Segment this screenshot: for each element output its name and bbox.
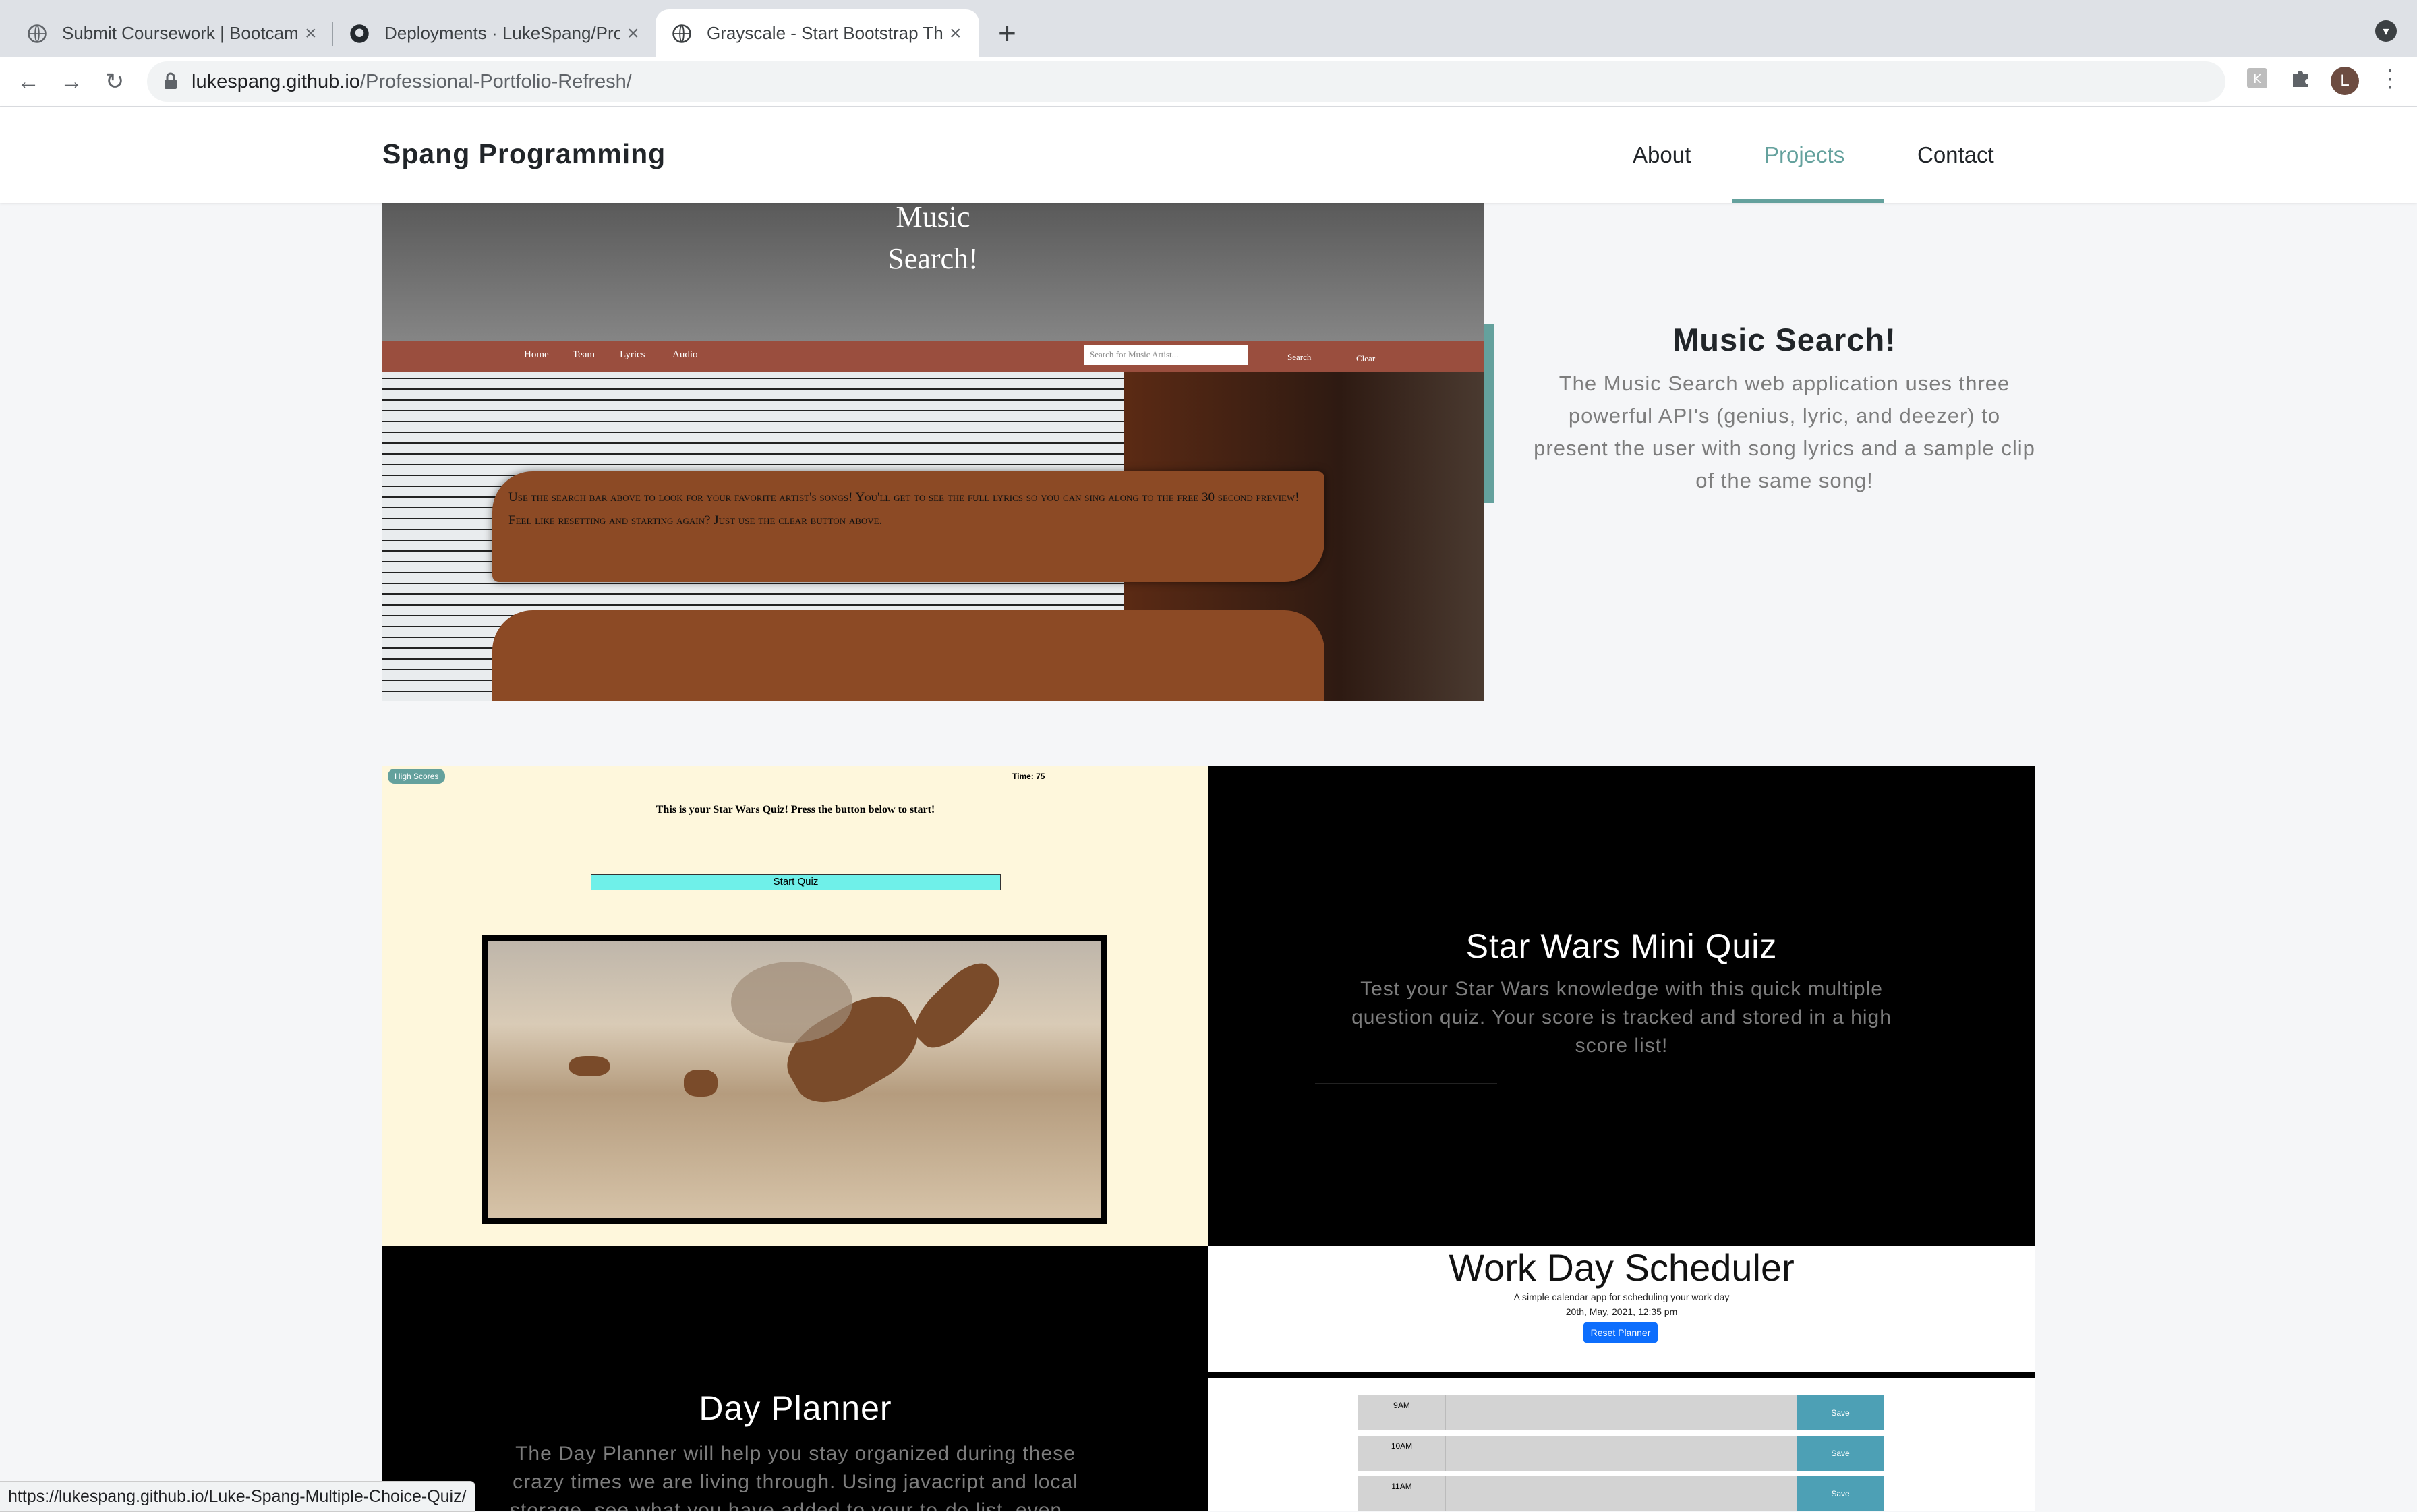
address-bar[interactable]: lukespang.github.io/Professional-Portfol… <box>147 61 2360 102</box>
svg-text:K: K <box>2253 72 2262 86</box>
divider <box>1208 1372 2035 1378</box>
save-button: Save <box>1797 1395 1884 1430</box>
lock-icon <box>165 72 177 89</box>
music-search-input: Search for Music Artist... <box>1084 345 1248 365</box>
star-wars-quiz-description: Test your Star Wars knowledge with this … <box>1351 978 1892 1057</box>
hour-label: 9AM <box>1358 1395 1446 1430</box>
active-nav-indicator <box>1732 199 1884 203</box>
start-quiz-button: Start Quiz <box>591 874 1001 890</box>
globe-icon <box>28 24 47 43</box>
music-search-banner-title: Music Search! <box>887 203 979 275</box>
forward-icon[interactable]: → <box>55 65 88 98</box>
star-wars-quiz-screenshot[interactable]: High Scores Time: 75 This is your Star W… <box>382 766 1208 1246</box>
divider <box>1315 1083 1497 1084</box>
music-instructions-box: Use the search bar above to look for you… <box>492 471 1324 582</box>
browser-tab-bar: Submit Coursework | Bootcamp × Deploymen… <box>0 0 2417 57</box>
url-text: lukespang.github.io/Professional-Portfol… <box>192 71 632 93</box>
nav-projects[interactable]: Projects <box>1764 142 1844 168</box>
save-button: Save <box>1797 1476 1884 1511</box>
tab-title: Submit Coursework | Bootcamp <box>62 23 298 43</box>
podrace-image <box>488 941 1101 1218</box>
music-clear-button: Clear <box>1356 353 1376 364</box>
star-wars-quiz-info: Star Wars Mini Quiz Test your Star Wars … <box>1208 766 2035 1246</box>
hour-description <box>1446 1476 1797 1511</box>
star-wars-quiz-title: Star Wars Mini Quiz <box>1465 927 1778 965</box>
link-status-bar: https://lukespang.github.io/Luke-Spang-M… <box>0 1481 475 1512</box>
close-tab-icon[interactable]: × <box>627 22 639 45</box>
quiz-timer: Time: 75 <box>1012 772 1045 781</box>
url-domain: lukespang.github.io <box>192 71 360 92</box>
accent-bar <box>1484 324 1494 503</box>
tab-deployments[interactable]: Deployments · LukeSpang/Prof × <box>322 9 653 57</box>
hour-label: 11AM <box>1358 1476 1446 1511</box>
extension-icon[interactable]: K <box>2246 67 2269 90</box>
new-tab-icon[interactable]: + <box>998 15 1016 51</box>
puzzle-icon[interactable] <box>2289 67 2312 90</box>
tab-title: Deployments · LukeSpang/Prof <box>384 23 620 43</box>
tab-title: Grayscale - Start Bootstrap Th <box>707 23 943 43</box>
music-results-box <box>492 610 1324 701</box>
hour-description <box>1446 1395 1797 1430</box>
reload-icon[interactable]: ↻ <box>98 65 131 98</box>
tab-coursework[interactable]: Submit Coursework | Bootcamp × <box>0 9 330 57</box>
github-icon <box>350 24 369 43</box>
work-day-scheduler-screenshot[interactable]: Work Day Scheduler A simple calendar app… <box>1208 1246 2035 1511</box>
scheduler-date: 20th, May, 2021, 12:35 pm <box>1565 1306 1678 1317</box>
time-block-row: 10AM Save <box>1358 1436 1884 1471</box>
day-planner-title: Day Planner <box>699 1389 892 1427</box>
browser-toolbar: ← → ↻ lukespang.github.io/Professional-P… <box>0 57 2417 107</box>
day-planner-info: Day Planner The Day Planner will help yo… <box>382 1246 1208 1511</box>
close-tab-icon[interactable]: × <box>305 22 317 45</box>
music-nav-team: Team <box>573 349 595 360</box>
url-path: /Professional-Portfolio-Refresh/ <box>359 71 632 92</box>
close-tab-icon[interactable]: × <box>950 22 962 45</box>
hour-label: 10AM <box>1358 1436 1446 1471</box>
hour-description <box>1446 1436 1797 1471</box>
menu-icon[interactable]: ⋮ <box>2378 64 2402 92</box>
music-search-navbar: Home Team Lyrics Audio Search for Music … <box>382 341 1484 372</box>
podrace-image-frame <box>482 935 1107 1224</box>
globe-icon <box>672 24 691 43</box>
avatar[interactable]: L <box>2331 67 2359 95</box>
nav-contact[interactable]: Contact <box>1917 142 1994 168</box>
day-planner-description: The Day Planner will help you stay organ… <box>509 1443 1082 1511</box>
reset-planner-button: Reset Planner <box>1583 1322 1658 1343</box>
music-search-description: The Music Search web application uses th… <box>1534 372 2035 492</box>
scheduler-subtitle: A simple calendar app for scheduling you… <box>1513 1291 1730 1302</box>
music-nav-audio: Audio <box>672 349 698 360</box>
music-nav-lyrics: Lyrics <box>620 349 645 360</box>
time-block-row: 11AM Save <box>1358 1476 1884 1511</box>
time-block-row: 9AM Save <box>1358 1395 1884 1430</box>
site-navbar: Spang Programming About Projects Contact <box>0 107 2417 203</box>
scheduler-title: Work Day Scheduler <box>1449 1246 1795 1289</box>
save-button: Save <box>1797 1436 1884 1471</box>
tab-search-icon[interactable]: ▾ <box>2375 20 2397 42</box>
music-search-button: Search <box>1287 352 1312 362</box>
music-instructions-text: Use the search bar above to look for you… <box>508 490 1300 527</box>
music-search-info: Music Search! The Music Search web appli… <box>1528 321 2041 497</box>
tab-grayscale[interactable]: Grayscale - Start Bootstrap Th × <box>656 9 979 57</box>
nav-about[interactable]: About <box>1633 142 1691 168</box>
music-search-title: Music Search! <box>1672 322 1896 357</box>
high-scores-badge: High Scores <box>388 769 446 784</box>
back-icon[interactable]: ← <box>12 65 45 98</box>
music-nav-home: Home <box>524 349 549 360</box>
music-search-screenshot[interactable]: Music Search! Home Team Lyrics Audio Sea… <box>382 203 1484 701</box>
quiz-prompt: This is your Star Wars Quiz! Press the b… <box>656 804 935 815</box>
site-brand[interactable]: Spang Programming <box>382 138 666 170</box>
